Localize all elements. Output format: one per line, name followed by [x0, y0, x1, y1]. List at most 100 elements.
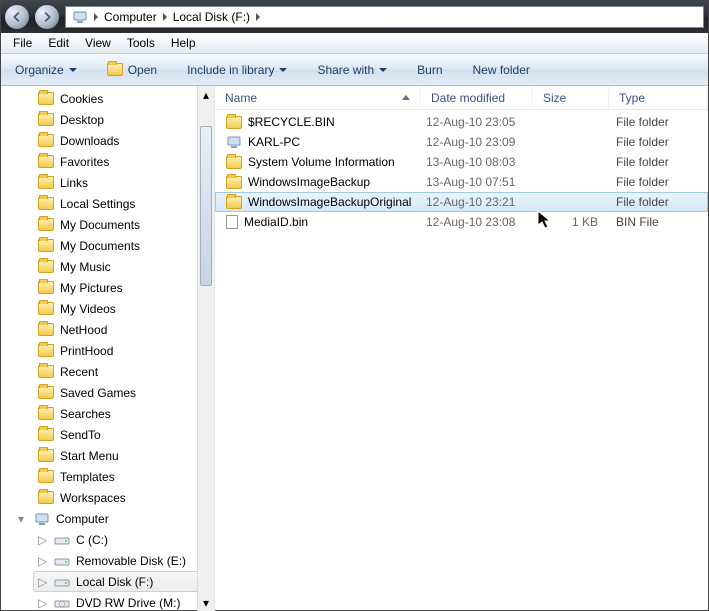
tree-item-label: Workspaces: [60, 491, 126, 505]
tree-drive-item[interactable]: ▷Local Disk (F:): [33, 571, 214, 592]
file-date-label: 12-Aug-10 23:09: [422, 135, 534, 149]
tree-item-label: Local Settings: [60, 197, 135, 211]
scroll-down-icon[interactable]: ▾: [198, 594, 214, 611]
chevron-down-icon: [279, 68, 287, 72]
tree-item-label: Templates: [60, 470, 115, 484]
file-name-label: System Volume Information: [248, 155, 395, 169]
tree-item[interactable]: Templates: [33, 466, 214, 487]
tree-drive-item[interactable]: ▷C (C:): [33, 529, 214, 550]
cd-drive-icon: [54, 595, 70, 611]
folder-icon: [38, 281, 54, 294]
tree-item[interactable]: Searches: [33, 403, 214, 424]
navigation-tree: CookiesDesktop Downloads FavoritesLinks Loc…: [1, 86, 215, 611]
file-type-label: File folder: [610, 135, 707, 149]
tree-item[interactable]: Links: [33, 172, 214, 193]
open-label: Open: [128, 63, 157, 77]
tree-item[interactable]: Recent: [33, 361, 214, 382]
file-type-label: File folder: [610, 195, 707, 209]
folder-icon: [38, 470, 54, 483]
organize-button[interactable]: Organize: [9, 60, 83, 80]
new-folder-button[interactable]: New folder: [467, 60, 536, 80]
folder-icon: [38, 407, 54, 420]
address-bar[interactable]: Computer Local Disk (F:): [65, 6, 704, 28]
tree-computer[interactable]: ▾ Computer: [9, 508, 214, 529]
file-list: Name Date modified Size Type $RECYCLE.BI…: [215, 86, 708, 611]
menu-file[interactable]: File: [5, 34, 40, 52]
tree-item[interactable]: Desktop: [33, 109, 214, 130]
breadcrumb-drive[interactable]: Local Disk (F:): [169, 9, 254, 25]
column-name[interactable]: Name: [215, 86, 421, 109]
tree-item[interactable]: My Documents: [33, 235, 214, 256]
file-row[interactable]: $RECYCLE.BIN12-Aug-10 23:05File folder: [215, 112, 708, 132]
folder-open-icon: [107, 63, 123, 76]
file-date-label: 12-Aug-10 23:21: [422, 195, 534, 209]
menu-edit[interactable]: Edit: [40, 34, 77, 52]
tree-item[interactable]: SendTo: [33, 424, 214, 445]
expander-icon[interactable]: ▷: [38, 575, 48, 589]
tree-item[interactable]: Local Settings: [33, 193, 214, 214]
tree-item-label: Downloads: [60, 134, 119, 148]
tree-scrollbar[interactable]: ▴ ▾: [197, 86, 214, 611]
folder-icon: [38, 218, 54, 231]
tree-item-label: Start Menu: [60, 449, 119, 463]
folder-icon: [38, 239, 54, 252]
file-row[interactable]: KARL-PC12-Aug-10 23:09File folder: [215, 132, 708, 152]
tree-item[interactable]: Downloads: [33, 130, 214, 151]
open-button[interactable]: Open: [101, 60, 163, 80]
file-name-label: WindowsImageBackupOriginal: [248, 195, 411, 209]
burn-button[interactable]: Burn: [411, 60, 448, 80]
scroll-thumb[interactable]: [200, 126, 212, 286]
menu-help[interactable]: Help: [163, 34, 204, 52]
forward-button[interactable]: [35, 5, 59, 29]
tree-drive-item[interactable]: ▷ DVD RW Drive (M:): [33, 592, 214, 611]
computer-icon: [226, 134, 242, 150]
file-date-label: 13-Aug-10 08:03: [422, 155, 534, 169]
column-type[interactable]: Type: [609, 86, 708, 109]
tree-item[interactable]: Cookies: [33, 88, 214, 109]
breadcrumb-separator-icon: [94, 13, 98, 21]
folder-icon: [38, 428, 54, 441]
folder-icon: [38, 302, 54, 315]
breadcrumb-computer[interactable]: Computer: [100, 9, 161, 25]
tree-item[interactable]: My Videos: [33, 298, 214, 319]
file-row[interactable]: WindowsImageBackupOriginal 12-Aug-10 23:2…: [215, 192, 708, 212]
menu-view[interactable]: View: [77, 34, 119, 52]
expander-icon[interactable]: ▷: [38, 533, 48, 547]
tree-item[interactable]: Workspaces: [33, 487, 214, 508]
tree-item[interactable]: My Pictures: [33, 277, 214, 298]
tree-item[interactable]: My Documents: [33, 214, 214, 235]
folder-icon: [38, 176, 54, 189]
scroll-up-icon[interactable]: ▴: [198, 86, 214, 103]
tree-item[interactable]: NetHood: [33, 319, 214, 340]
tree-computer-label: Computer: [56, 512, 109, 526]
expander-icon[interactable]: ▷: [38, 596, 48, 610]
folder-icon: [38, 113, 54, 126]
include-in-library-button[interactable]: Include in library: [181, 60, 293, 80]
file-row[interactable]: System Volume Information 13-Aug-10 08:03…: [215, 152, 708, 172]
column-size-label: Size: [543, 91, 566, 105]
tree-drive-item[interactable]: ▷Removable Disk (E:): [33, 550, 214, 571]
column-date[interactable]: Date modified: [421, 86, 533, 109]
tree-item[interactable]: Start Menu: [33, 445, 214, 466]
chevron-down-icon: [379, 68, 387, 72]
drive-icon: [54, 532, 70, 548]
back-button[interactable]: [5, 5, 29, 29]
share-with-button[interactable]: Share with: [311, 60, 393, 80]
tree-item-label: Recent: [60, 365, 98, 379]
tree-item[interactable]: Favorites: [33, 151, 214, 172]
tree-item[interactable]: My Music: [33, 256, 214, 277]
expander-icon[interactable]: ▾: [18, 512, 28, 526]
breadcrumb-root[interactable]: [68, 8, 92, 26]
chevron-down-icon: [69, 68, 77, 72]
expander-icon[interactable]: ▷: [38, 554, 48, 568]
tree-drive-label: DVD RW Drive (M:): [76, 596, 180, 610]
menu-tools[interactable]: Tools: [119, 34, 163, 52]
tree-item-label: Searches: [60, 407, 111, 421]
file-row[interactable]: WindowsImageBackup13-Aug-10 07:51File fo…: [215, 172, 708, 192]
column-size[interactable]: Size: [533, 86, 609, 109]
tree-item[interactable]: Saved Games: [33, 382, 214, 403]
folder-icon: [226, 176, 242, 189]
tree-item[interactable]: PrintHood: [33, 340, 214, 361]
file-row[interactable]: MediaID.bin12-Aug-10 23:081 KBBIN File: [215, 212, 708, 232]
folder-icon: [226, 156, 242, 169]
